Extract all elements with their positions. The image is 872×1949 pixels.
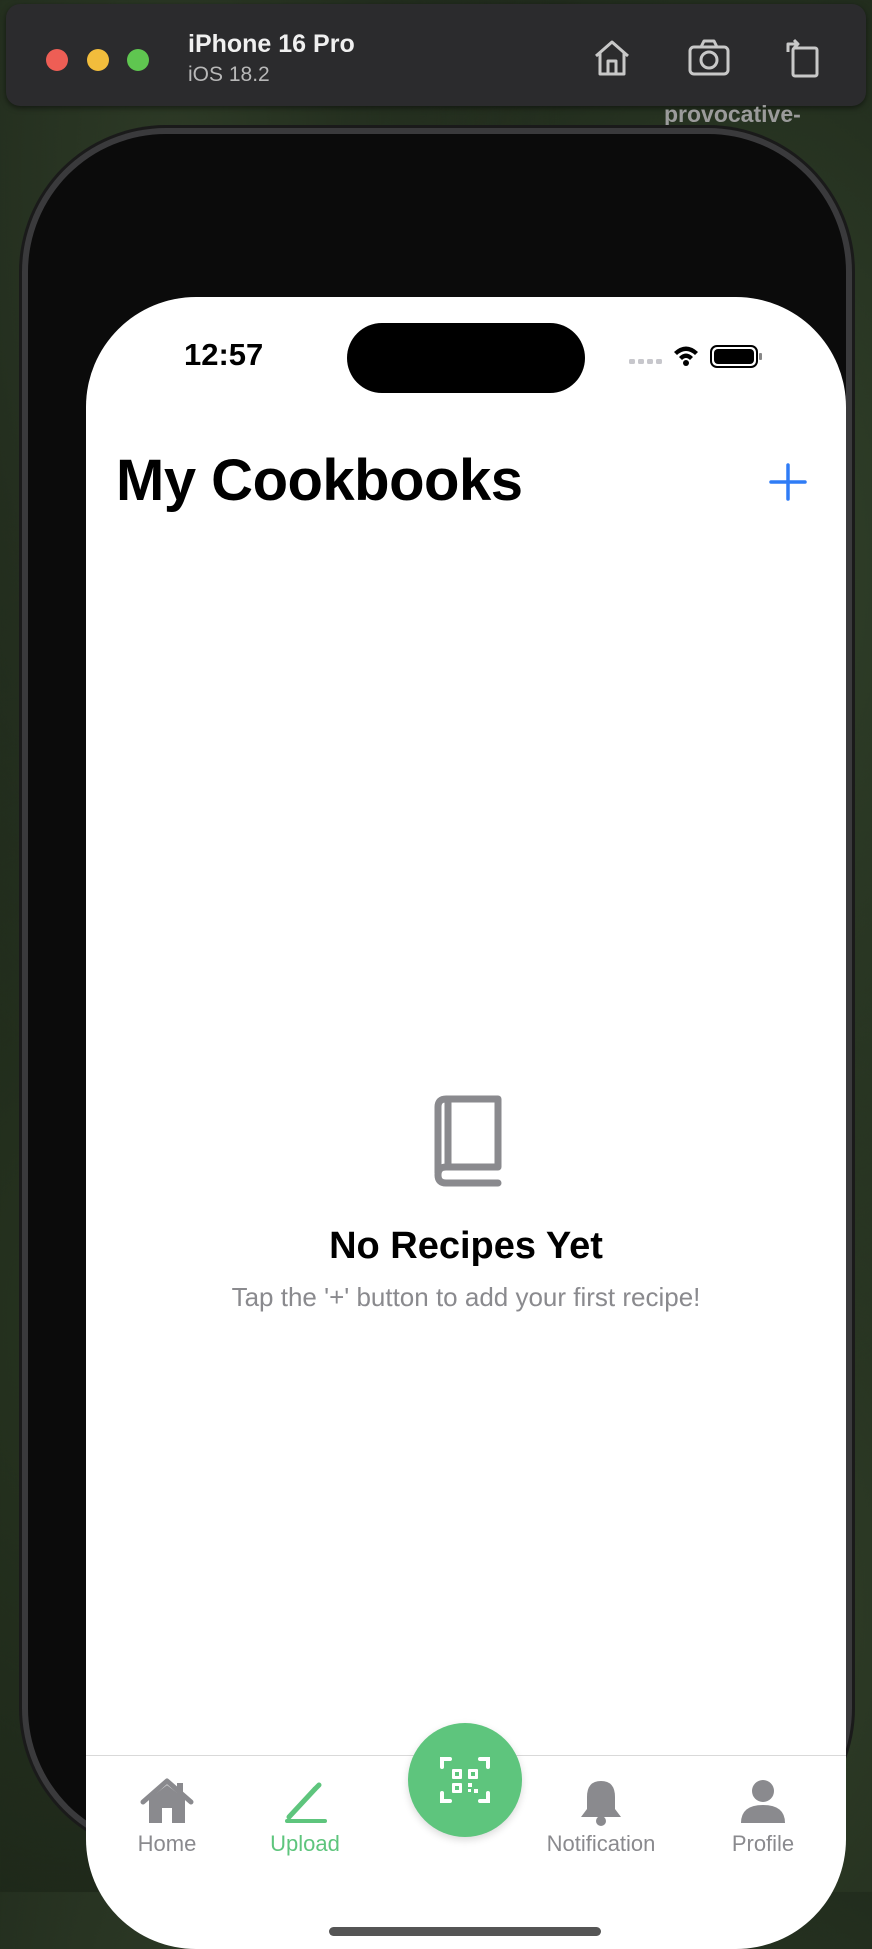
page-title: My Cookbooks xyxy=(116,448,523,513)
bell-icon xyxy=(581,1781,621,1826)
plus-icon[interactable] xyxy=(767,461,809,503)
book-icon xyxy=(426,1093,506,1193)
status-icons xyxy=(629,345,762,368)
simulator-titlebar: iPhone 16 Pro iOS 18.2 xyxy=(6,4,866,106)
person-icon xyxy=(741,1780,785,1823)
empty-state-subtitle: Tap the '+' button to add your first rec… xyxy=(231,1282,701,1312)
minimize-window-button[interactable] xyxy=(87,49,109,71)
battery-icon xyxy=(710,345,762,368)
phone-screen: 12:57 My Cookbooks No Recipes Yet Tap th… xyxy=(86,297,846,1949)
tab-notification[interactable]: Notification xyxy=(501,1777,701,1867)
tab-label: Upload xyxy=(270,1831,340,1856)
home-indicator[interactable] xyxy=(329,1927,601,1936)
tab-label: Home xyxy=(137,1831,197,1856)
tab-upload[interactable]: Upload xyxy=(225,1777,385,1867)
rotate-device-icon[interactable] xyxy=(778,34,826,82)
tab-profile[interactable]: Profile xyxy=(683,1777,843,1867)
device-os-version: iOS 18.2 xyxy=(188,63,270,86)
empty-state-title: No Recipes Yet xyxy=(329,1225,603,1267)
tab-home[interactable]: Home xyxy=(87,1777,247,1867)
home-icon[interactable] xyxy=(588,34,636,82)
pencil-icon xyxy=(285,1782,327,1823)
device-name: iPhone 16 Pro xyxy=(188,30,355,58)
dynamic-island xyxy=(347,323,585,393)
zoom-window-button[interactable] xyxy=(127,49,149,71)
screenshot-camera-icon[interactable] xyxy=(685,34,733,82)
cellular-signal-icon xyxy=(629,359,662,364)
phone-frame: 12:57 My Cookbooks No Recipes Yet Tap th… xyxy=(28,134,846,1949)
wifi-icon xyxy=(674,346,698,366)
status-time: 12:57 xyxy=(184,337,264,372)
tab-label: Profile xyxy=(731,1831,795,1856)
house-icon xyxy=(140,1778,194,1823)
tab-label: Notification xyxy=(546,1831,656,1856)
close-window-button[interactable] xyxy=(46,49,68,71)
